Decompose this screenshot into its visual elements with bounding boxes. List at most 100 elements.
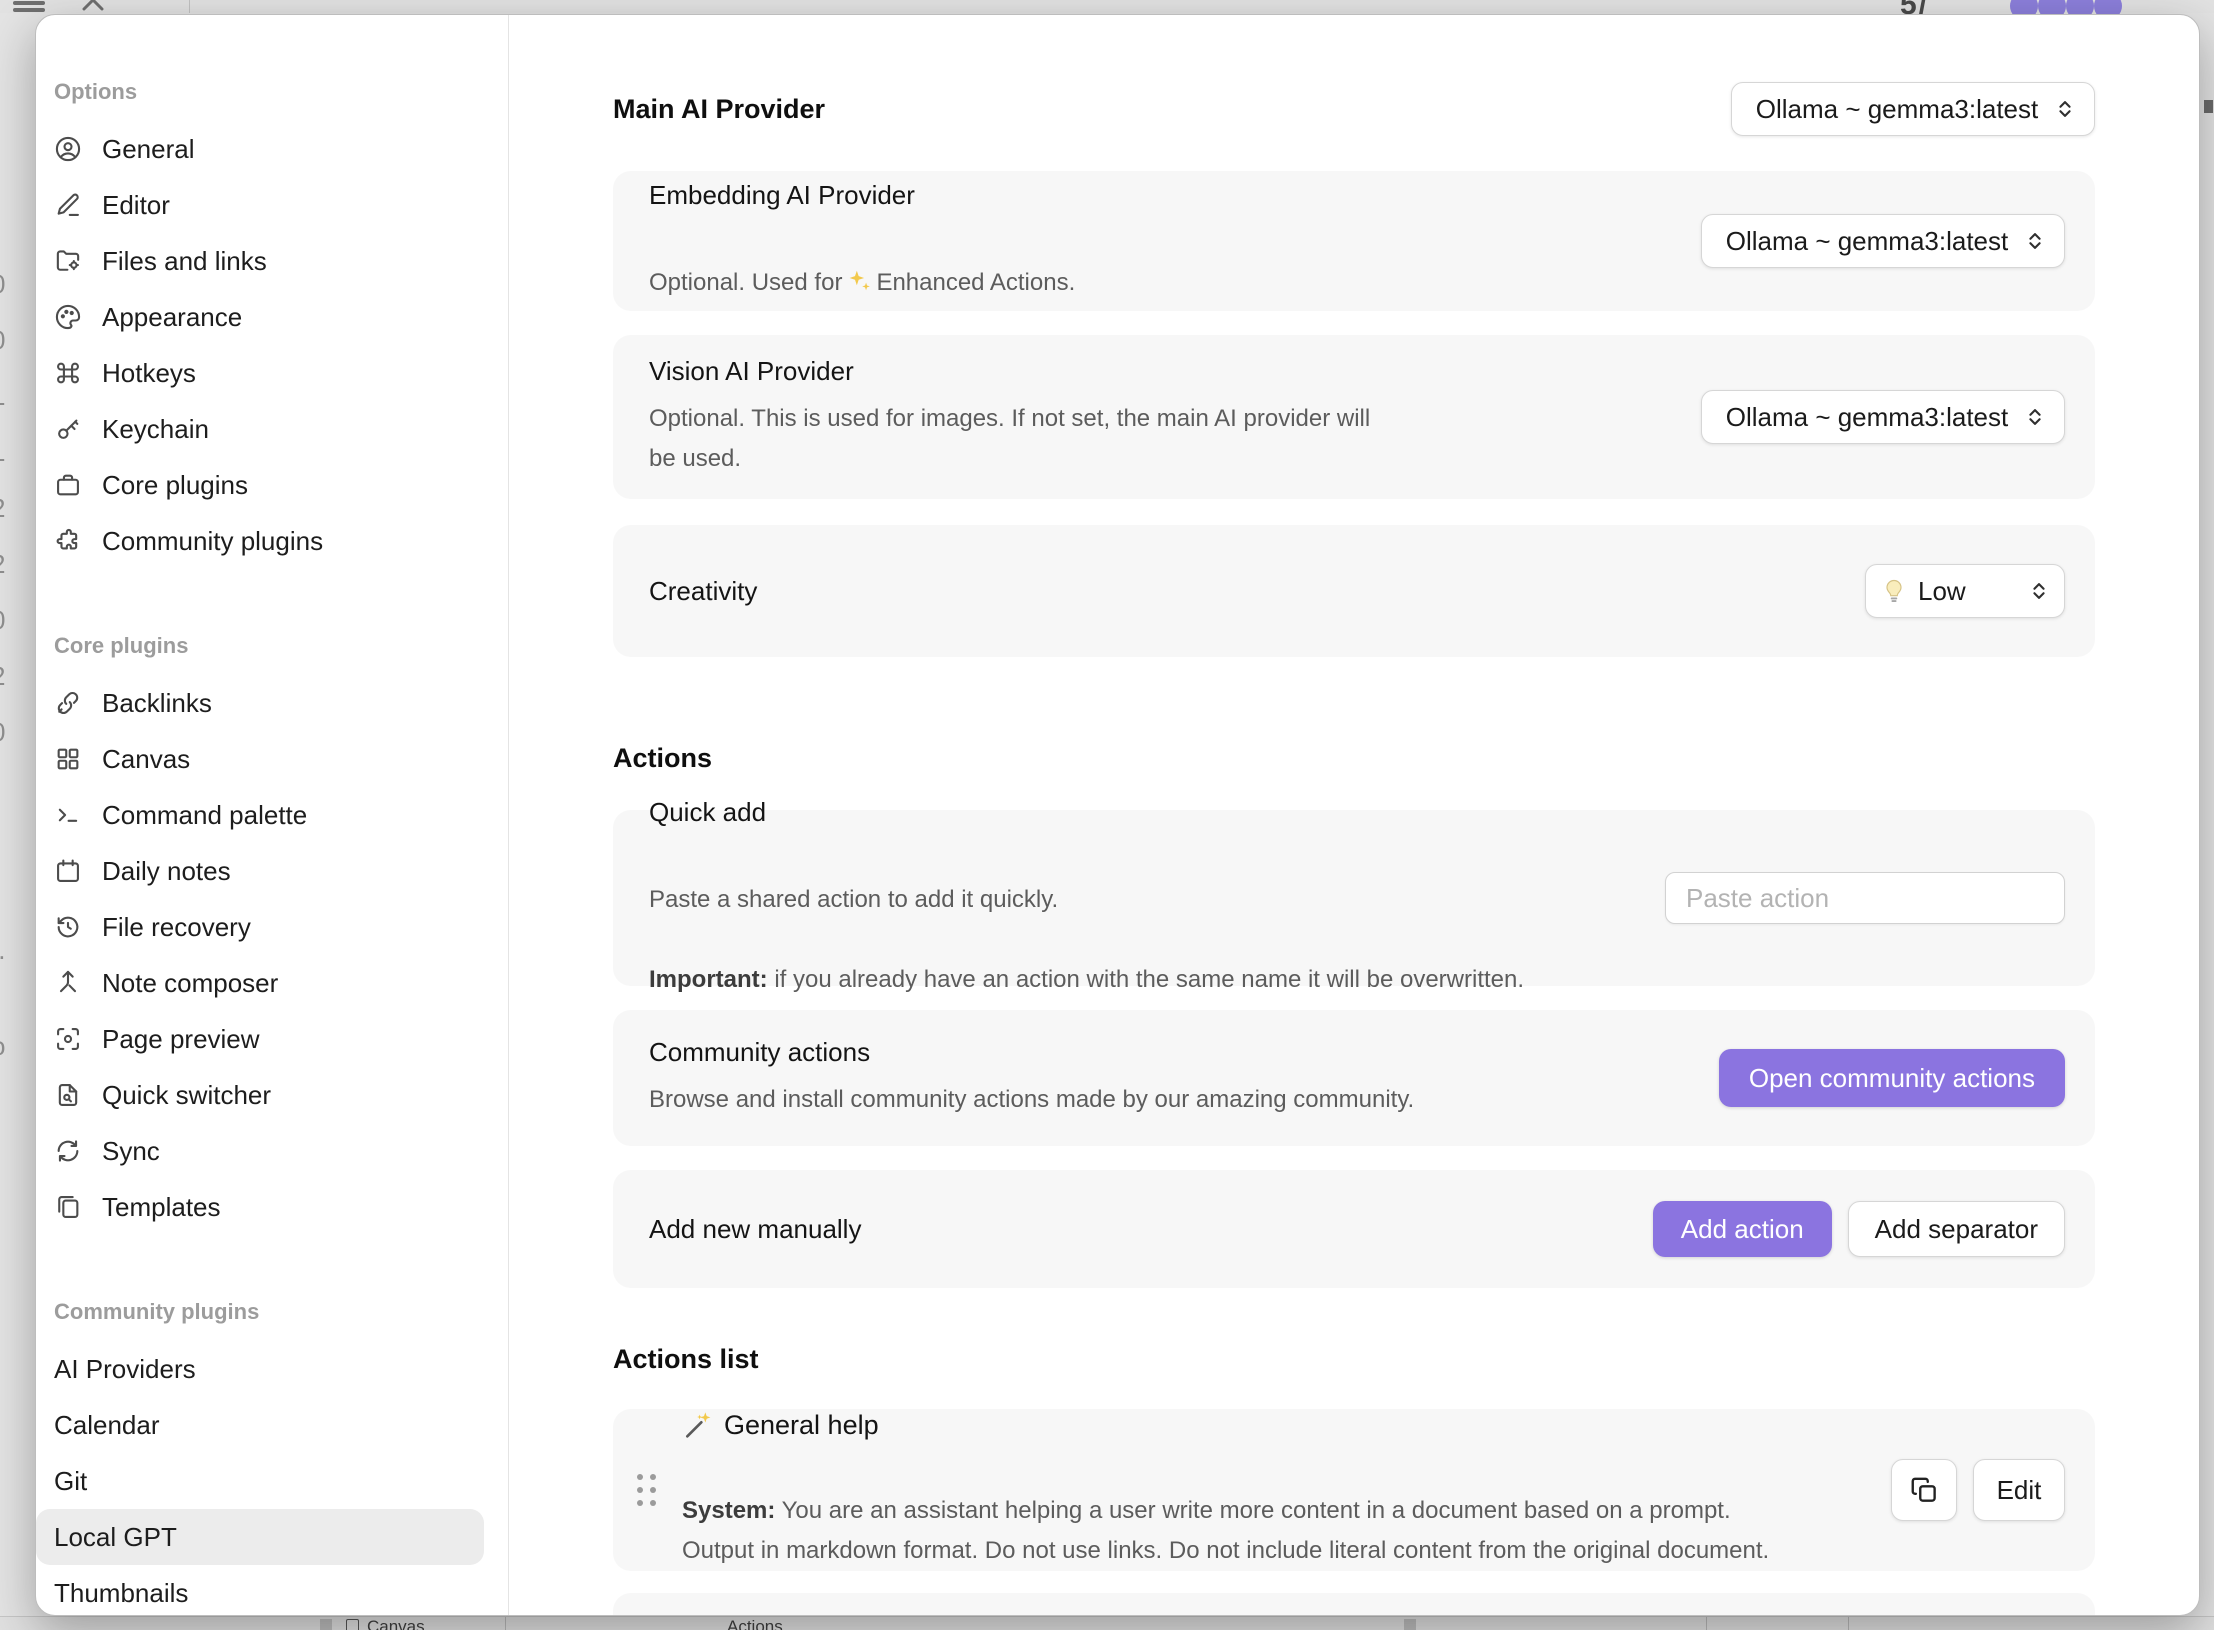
puzzle-icon — [54, 527, 82, 555]
background-fragment — [320, 1619, 332, 1630]
sidebar-item-canvas[interactable]: Canvas — [52, 731, 488, 787]
calendar-icon — [54, 857, 82, 885]
sidebar-section-heading-core-plugins: Core plugins — [52, 633, 488, 659]
add-action-button[interactable]: Add action — [1653, 1201, 1832, 1257]
sidebar-item-sync[interactable]: Sync — [52, 1123, 488, 1179]
quick-add-title: Quick add — [649, 797, 1524, 828]
terminal-icon — [54, 801, 82, 829]
next-action-card-clipped — [613, 1593, 2095, 1615]
creativity-card: Creativity Low — [613, 525, 2095, 657]
chevron-up-down-icon — [2024, 406, 2046, 428]
copy-action-button[interactable] — [1891, 1459, 1957, 1521]
sidebar-item-daily-notes[interactable]: Daily notes — [52, 843, 488, 899]
add-separator-button[interactable]: Add separator — [1848, 1201, 2065, 1257]
vision-ai-provider-select[interactable]: Ollama ~ gemma3:latest — [1701, 390, 2065, 444]
command-icon — [54, 359, 82, 387]
important-label: Important: — [649, 966, 768, 993]
sidebar-item-files-links[interactable]: Files and links — [52, 233, 488, 289]
background-fragment — [1404, 1619, 1416, 1630]
canvas-mini-icon — [346, 1619, 359, 1630]
sidebar-item-appearance[interactable]: Appearance — [52, 289, 488, 345]
key-icon — [54, 415, 82, 443]
sidebar-item-general[interactable]: General — [52, 121, 488, 177]
scan-eye-icon — [54, 1025, 82, 1053]
hamburger-icon — [13, 8, 45, 12]
statusbar-divider — [505, 1617, 506, 1630]
vision-ai-provider-title: Vision AI Provider — [649, 356, 1370, 387]
drag-handle[interactable] — [637, 1474, 656, 1506]
vision-ai-provider-card: Vision AI Provider Optional. This is use… — [613, 335, 2095, 499]
layout-grid-icon — [54, 745, 82, 773]
actions-heading: Actions — [613, 743, 2095, 774]
settings-modal: Options General Editor Files and links A… — [35, 14, 2200, 1616]
community-actions-card: Community actions Browse and install com… — [613, 1010, 2095, 1146]
folder-gear-icon — [54, 247, 82, 275]
open-community-actions-button[interactable]: Open community actions — [1719, 1049, 2065, 1107]
pencil-icon — [54, 191, 82, 219]
embedding-ai-provider-title: Embedding AI Provider — [649, 180, 1075, 211]
main-ai-provider-select[interactable]: Ollama ~ gemma3:latest — [1731, 82, 2095, 136]
sidebar-item-page-preview[interactable]: Page preview — [52, 1011, 488, 1067]
hamburger-icon — [13, 1, 45, 5]
sidebar-item-community-plugins[interactable]: Community plugins — [52, 513, 488, 569]
chevron-up-down-icon — [2028, 580, 2050, 602]
sidebar-item-local-gpt[interactable]: Local GPT — [36, 1509, 484, 1565]
main-ai-provider-label: Main AI Provider — [613, 94, 825, 125]
box-icon — [54, 471, 82, 499]
sidebar-item-core-plugins[interactable]: Core plugins — [52, 457, 488, 513]
embedding-ai-provider-desc: Optional. Used forEnhanced Actions. — [649, 223, 1075, 303]
statusbar-actions: Actions — [727, 1617, 783, 1630]
add-new-manually-card: Add new manually Add action Add separato… — [613, 1170, 2095, 1288]
sidebar-item-file-recovery[interactable]: File recovery — [52, 899, 488, 955]
copy-icon — [1909, 1475, 1939, 1505]
local-gpt-settings-pane: Main AI Provider Ollama ~ gemma3:latest … — [509, 15, 2199, 1615]
sidebar-item-hotkeys[interactable]: Hotkeys — [52, 345, 488, 401]
quick-add-desc: Paste a shared action to add it quickly.… — [649, 840, 1524, 1000]
embedding-ai-provider-card: Embedding AI Provider Optional. Used for… — [613, 171, 2095, 311]
add-new-manually-label: Add new manually — [649, 1214, 861, 1245]
palette-icon — [54, 303, 82, 331]
chevron-up-down-icon — [2024, 230, 2046, 252]
statusbar-divider — [1848, 1617, 1849, 1630]
sync-icon — [54, 1137, 82, 1165]
sidebar-item-calendar[interactable]: Calendar — [52, 1397, 488, 1453]
actions-list-heading: Actions list — [613, 1344, 2095, 1375]
settings-sidebar: Options General Editor Files and links A… — [36, 15, 509, 1615]
file-search-icon — [54, 1081, 82, 1109]
sparkles-icon — [846, 268, 872, 294]
background-fragment — [2204, 100, 2213, 113]
merge-icon — [54, 969, 82, 997]
clipped-x-icon — [82, 0, 104, 11]
creativity-select[interactable]: Low — [1865, 564, 2065, 618]
sidebar-item-command-palette[interactable]: Command palette — [52, 787, 488, 843]
community-actions-desc: Browse and install community actions mad… — [649, 1080, 1414, 1120]
statusbar-canvas: Canvas — [346, 1617, 425, 1630]
embedding-ai-provider-select[interactable]: Ollama ~ gemma3:latest — [1701, 214, 2065, 268]
sidebar-item-ai-providers[interactable]: AI Providers — [52, 1341, 488, 1397]
creativity-label: Creativity — [649, 576, 757, 607]
sidebar-item-editor[interactable]: Editor — [52, 177, 488, 233]
sidebar-item-quick-switcher[interactable]: Quick switcher — [52, 1067, 488, 1123]
sidebar-item-keychain[interactable]: Keychain — [52, 401, 488, 457]
quick-add-card: Quick add Paste a shared action to add i… — [613, 810, 2095, 986]
sidebar-item-thumbnails[interactable]: Thumbnails — [52, 1565, 488, 1615]
templates-icon — [54, 1193, 82, 1221]
history-icon — [54, 913, 82, 941]
general-help-title: General help — [682, 1409, 1891, 1441]
paste-action-input[interactable] — [1665, 872, 2065, 924]
general-help-action-card: General help System: You are an assistan… — [613, 1409, 2095, 1571]
lightbulb-icon — [1880, 577, 1908, 605]
magic-wand-icon — [682, 1409, 714, 1441]
general-help-system-prompt: System: You are an assistant helping a u… — [682, 1451, 1891, 1571]
sidebar-item-note-composer[interactable]: Note composer — [52, 955, 488, 1011]
community-actions-title: Community actions — [649, 1037, 1414, 1068]
edit-action-button[interactable]: Edit — [1973, 1459, 2065, 1521]
sidebar-section-heading-options: Options — [52, 79, 488, 105]
statusbar-divider — [1706, 1617, 1707, 1630]
sidebar-item-backlinks[interactable]: Backlinks — [52, 675, 488, 731]
sidebar-item-templates[interactable]: Templates — [52, 1179, 488, 1235]
titlebar-divider — [189, 0, 190, 13]
backlink-icon — [54, 689, 82, 717]
background-statusbar: Canvas Actions — [0, 1616, 2214, 1630]
sidebar-item-git[interactable]: Git — [52, 1453, 488, 1509]
